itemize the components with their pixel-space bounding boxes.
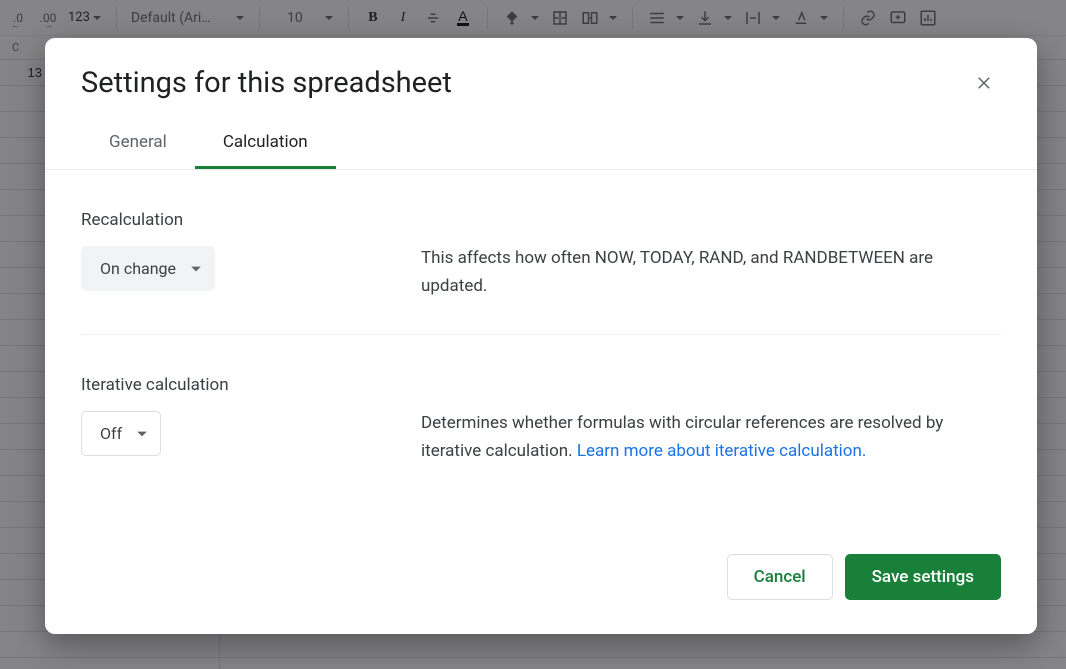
iterative-description: Determines whether formulas with circula… — [421, 375, 1001, 465]
dialog-title: Settings for this spreadsheet — [81, 66, 452, 100]
iterative-value: Off — [100, 424, 122, 443]
settings-dialog: Settings for this spreadsheet General Ca… — [45, 38, 1037, 634]
close-button[interactable] — [969, 67, 1001, 99]
recalculation-value: On change — [100, 259, 176, 278]
iterative-label: Iterative calculation — [81, 375, 361, 395]
recalculation-label: Recalculation — [81, 210, 361, 230]
recalculation-description: This affects how often NOW, TODAY, RAND,… — [421, 210, 1001, 300]
save-settings-button[interactable]: Save settings — [845, 554, 1001, 600]
tab-bar: General Calculation — [45, 108, 1037, 170]
cancel-button[interactable]: Cancel — [727, 554, 833, 600]
tab-general[interactable]: General — [81, 120, 195, 169]
recalculation-dropdown[interactable]: On change — [81, 246, 215, 291]
tab-calculation[interactable]: Calculation — [195, 120, 336, 169]
chevron-down-icon — [190, 263, 202, 275]
close-icon — [976, 74, 994, 92]
iterative-learn-more-link[interactable]: Learn more about iterative calculation. — [577, 441, 867, 461]
chevron-down-icon — [136, 428, 148, 440]
iterative-dropdown[interactable]: Off — [81, 411, 161, 456]
